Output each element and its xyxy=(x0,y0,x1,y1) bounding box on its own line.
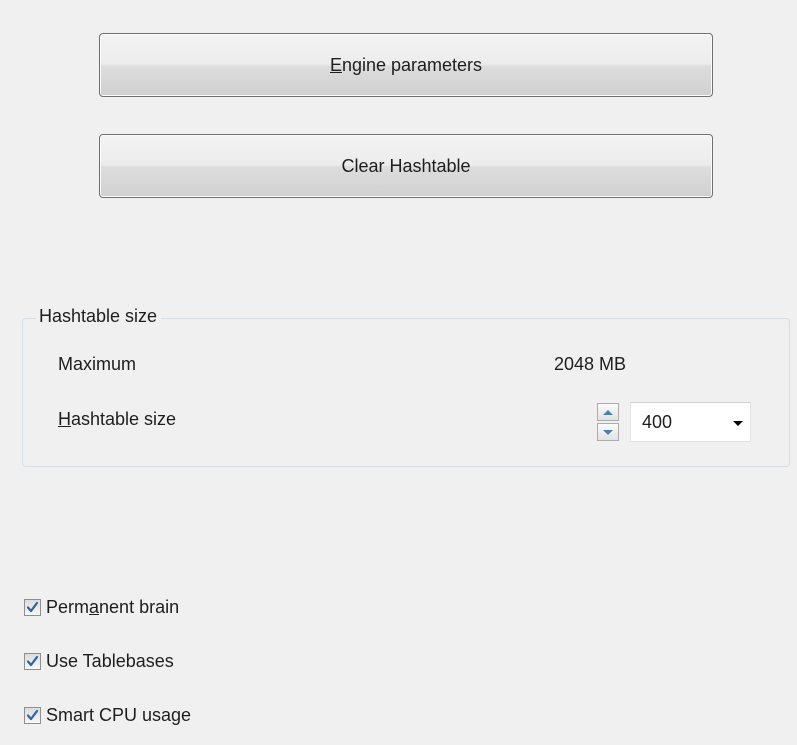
hashtable-size-value: 400 xyxy=(642,412,673,432)
checkmark-icon xyxy=(26,709,39,720)
checkmark-icon xyxy=(26,601,39,612)
hashtable-size-mnemonic: H xyxy=(58,409,71,429)
maximum-label: Maximum xyxy=(58,354,137,374)
use-tablebases-label: Use Tablebases xyxy=(46,651,174,671)
engine-parameters-label: ngine parameters xyxy=(341,54,483,75)
triangle-up-icon xyxy=(603,409,613,415)
spin-up-button[interactable] xyxy=(597,403,619,421)
checkbox-box[interactable] xyxy=(24,706,41,724)
maximum-value: 2048 MB xyxy=(554,354,627,374)
permanent-brain-label-before: Perm xyxy=(46,597,90,617)
engine-parameters-mnemonic: E xyxy=(329,54,342,75)
hashtable-size-label: Hashtable size xyxy=(58,407,176,431)
permanent-brain-mnemonic: a xyxy=(89,597,100,617)
hashtable-size-label-rest: ashtable size xyxy=(71,409,177,429)
checkbox-box[interactable] xyxy=(24,598,41,616)
clear-hashtable-button[interactable]: Clear Hashtable xyxy=(99,134,713,198)
smart-cpu-usage-label: Smart CPU usage xyxy=(46,705,192,725)
hashtable-size-spinner[interactable] xyxy=(595,401,629,443)
triangle-down-icon xyxy=(603,429,613,435)
permanent-brain-label-after: nent brain xyxy=(99,597,180,617)
clear-hashtable-label: Clear Hashtable xyxy=(341,155,471,176)
permanent-brain-checkbox[interactable]: Permanent brain xyxy=(24,595,179,619)
use-tablebases-checkbox[interactable]: Use Tablebases xyxy=(24,649,174,673)
spin-down-button[interactable] xyxy=(597,423,619,441)
dropdown-arrow-icon[interactable] xyxy=(733,421,743,426)
hashtable-size-group-title: Hashtable size xyxy=(36,304,162,328)
checkbox-box[interactable] xyxy=(24,652,41,670)
smart-cpu-usage-checkbox[interactable]: Smart CPU usage xyxy=(24,703,191,727)
checkmark-icon xyxy=(26,655,39,666)
hashtable-size-combobox[interactable]: 400 xyxy=(630,402,751,442)
hashtable-size-group xyxy=(22,318,790,467)
engine-parameters-button[interactable]: Engine parameters xyxy=(99,33,713,97)
permanent-brain-label: Permanent brain xyxy=(46,595,179,619)
